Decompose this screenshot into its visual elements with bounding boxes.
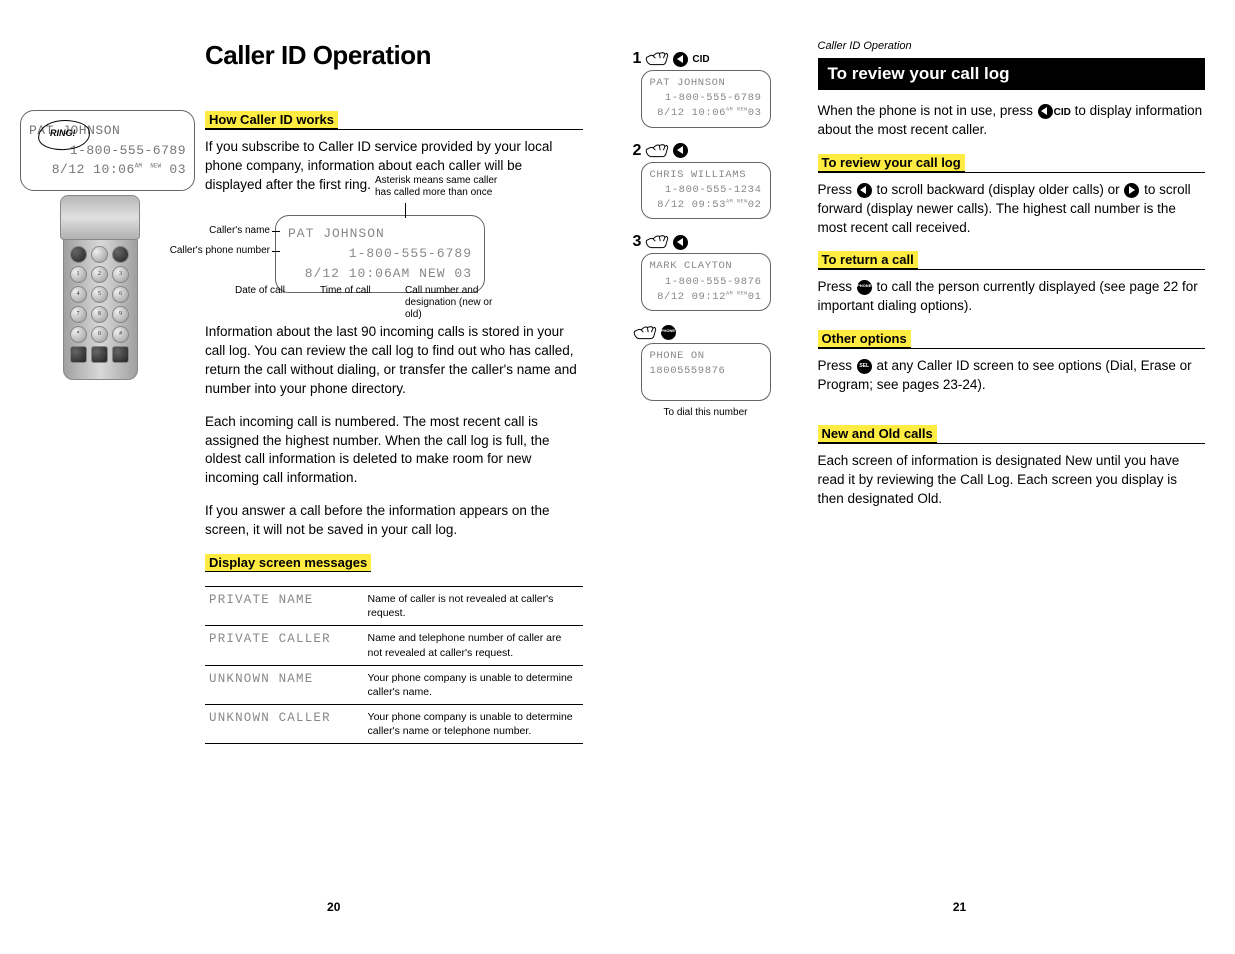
annotation-callnum: Call number and designation (new or old) (405, 285, 495, 321)
hand-icon (645, 234, 669, 250)
running-head: Caller ID Operation (818, 40, 1206, 52)
section-how-caller-id: How Caller ID works (205, 111, 338, 129)
right-text-column: Caller ID Operation To review your call … (818, 40, 1216, 914)
section-return-call: To return a call (818, 251, 918, 269)
cid-label: CID (692, 54, 709, 65)
section-new-old: New and Old calls (818, 425, 937, 443)
display-messages-table: PRIVATE NAMEName of caller is not reveal… (205, 586, 583, 744)
paragraph: If you answer a call before the informat… (205, 502, 583, 540)
annotation-caller-phone: Caller's phone number (165, 245, 270, 257)
handset-top (60, 195, 140, 240)
arrow-left-icon (673, 235, 688, 250)
lcd-dateline: 8/12 10:06AM NEW 03 (29, 160, 186, 180)
phone-button-icon (661, 325, 676, 340)
table-row: UNKNOWN CALLERYour phone company is unab… (205, 705, 583, 744)
table-row: PRIVATE CALLERName and telephone number … (205, 626, 583, 665)
section-display-messages: Display screen messages (205, 554, 371, 572)
annotation-date: Date of call (235, 285, 285, 297)
sel-button-icon (857, 359, 872, 374)
left-text-column: Caller ID Operation How Caller ID works … (205, 40, 603, 914)
step-lcd: MARK CLAYTON1-800-555-98768/12 09:12AM N… (641, 253, 771, 311)
section-review-log: To review your call log (818, 154, 965, 172)
paragraph: Press to call the person currently displ… (818, 278, 1206, 316)
step-lcd: CHRIS WILLIAMS1-800-555-12348/12 09:53AM… (641, 162, 771, 220)
annotation-asterisk: Asterisk means same caller has called mo… (375, 175, 505, 199)
phone-button-icon (857, 280, 872, 295)
annotation-time: Time of call (320, 285, 371, 297)
step-lcd: PAT JOHNSON1-800-555-67898/12 10:06AM NE… (641, 70, 771, 128)
hand-icon (645, 51, 669, 67)
paragraph: Each incoming call is numbered. The most… (205, 413, 583, 489)
page-number: 21 (953, 900, 966, 914)
step-3: 3MARK CLAYTON1-800-555-98768/12 09:12AM … (633, 233, 803, 311)
step-1: 1CIDPAT JOHNSON1-800-555-67898/12 10:06A… (633, 50, 803, 128)
phone-illustration-column: RING! PAT JOHNSON 1-800-555-6789 8/12 10… (20, 40, 190, 914)
review-title-bar: To review your call log (818, 58, 1206, 90)
annotated-lcd-diagram: Asterisk means same caller has called mo… (275, 215, 583, 293)
hand-icon (633, 325, 657, 341)
handset-keypad: 123 456 789 *0# (63, 240, 138, 380)
hand-icon (645, 143, 669, 159)
step-2: 2CHRIS WILLIAMS1-800-555-12348/12 09:53A… (633, 142, 803, 220)
paragraph: Each screen of information is designated… (818, 452, 1206, 509)
arrow-left-icon (857, 183, 872, 198)
arrow-left-icon (673, 52, 688, 67)
paragraph: Information about the last 90 incoming c… (205, 323, 583, 399)
dial-caption: To dial this number (641, 407, 771, 418)
paragraph: When the phone is not in use, press CID … (818, 102, 1206, 140)
paragraph: Press at any Caller ID screen to see opt… (818, 357, 1206, 395)
page-title: Caller ID Operation (205, 40, 583, 71)
ring-balloon: RING! (50, 128, 76, 138)
page-number: 20 (327, 900, 340, 914)
phone-lcd-large: PAT JOHNSON 1-800-555-6789 8/12 10:06AM … (20, 110, 195, 191)
arrow-right-icon (1124, 183, 1139, 198)
annotation-caller-name: Caller's name (205, 225, 270, 237)
dial-lcd: PHONE ON 18005559876 (641, 343, 771, 401)
section-other-options: Other options (818, 330, 911, 348)
table-row: UNKNOWN NAMEYour phone company is unable… (205, 665, 583, 704)
cid-button-icon (1038, 104, 1053, 119)
arrow-left-icon (673, 143, 688, 158)
table-row: PRIVATE NAMEName of caller is not reveal… (205, 587, 583, 626)
paragraph: Press to scroll backward (display older … (818, 181, 1206, 238)
steps-column: 1CIDPAT JOHNSON1-800-555-67898/12 10:06A… (633, 40, 803, 914)
dial-step: PHONE ON 18005559876 To dial this number (633, 325, 803, 418)
